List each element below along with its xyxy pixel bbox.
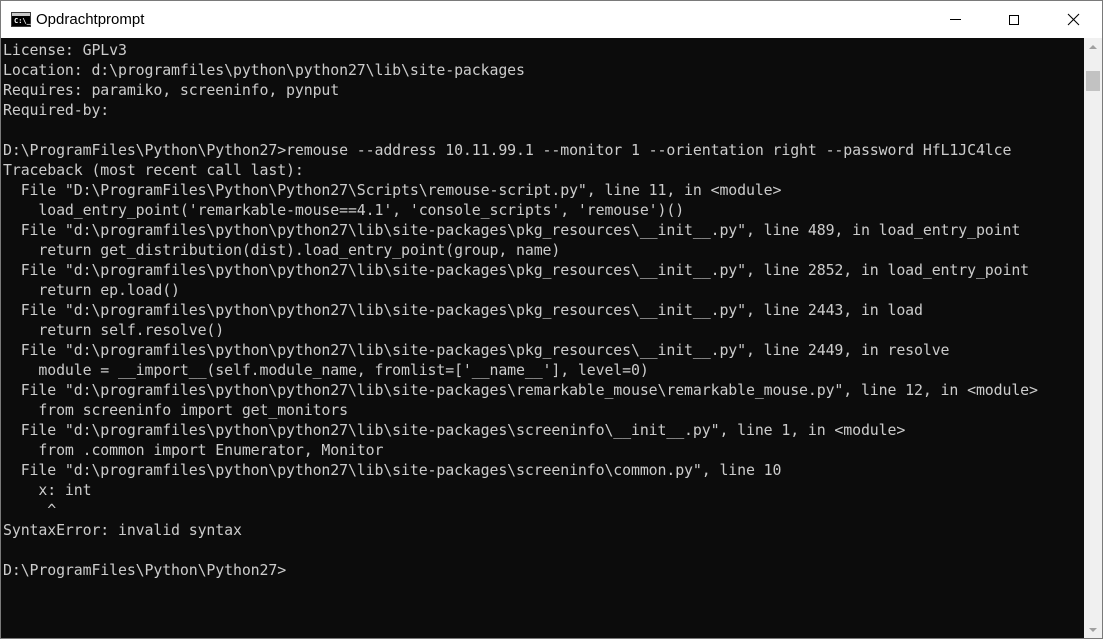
console-line: License: GPLv3 bbox=[3, 41, 127, 59]
console-line: return self.resolve() bbox=[3, 321, 225, 339]
chevron-up-icon bbox=[1089, 44, 1097, 49]
app-icon-text: C:\_ bbox=[14, 17, 31, 25]
console-line: D:\ProgramFiles\Python\Python27>remouse … bbox=[3, 141, 1012, 159]
console-line: File "d:\programfiles\python\python27\li… bbox=[3, 421, 906, 439]
console-line: File "d:\programfiles\python\python27\li… bbox=[3, 341, 950, 359]
close-button[interactable] bbox=[1044, 1, 1102, 38]
console-line: File "D:\ProgramFiles\Python\Python27\Sc… bbox=[3, 181, 782, 199]
console-line: File "d:\programfiles\python\python27\li… bbox=[3, 381, 1038, 399]
console-line: ^ bbox=[3, 501, 57, 519]
scrollbar-thumb[interactable] bbox=[1086, 71, 1100, 91]
console-line: x: int bbox=[3, 481, 92, 499]
vertical-scrollbar[interactable] bbox=[1084, 38, 1102, 638]
console-line: load_entry_point('remarkable-mouse==4.1'… bbox=[3, 201, 685, 219]
minimize-button[interactable] bbox=[926, 1, 984, 38]
close-icon bbox=[1067, 13, 1079, 26]
maximize-icon bbox=[1009, 14, 1019, 25]
console-line: Traceback (most recent call last): bbox=[3, 161, 304, 179]
chevron-down-icon bbox=[1089, 627, 1097, 632]
window-title: Opdrachtprompt bbox=[36, 11, 145, 28]
console-output[interactable]: License: GPLv3 Location: d:\programfiles\… bbox=[1, 38, 1084, 638]
maximize-button[interactable] bbox=[985, 1, 1043, 38]
console-line: from screeninfo import get_monitors bbox=[3, 401, 348, 419]
command-prompt-window: C:\_ Opdrachtprompt License: GPLv3 Locati… bbox=[0, 0, 1103, 639]
console-line: Location: d:\programfiles\python\python2… bbox=[3, 61, 525, 79]
console-line: return get_distribution(dist).load_entry… bbox=[3, 241, 561, 259]
console-line: SyntaxError: invalid syntax bbox=[3, 521, 242, 539]
command-prompt-icon[interactable]: C:\_ bbox=[11, 12, 31, 27]
console-line: from .common import Enumerator, Monitor bbox=[3, 441, 384, 459]
app-icon-bar bbox=[12, 13, 30, 16]
console-line: File "d:\programfiles\python\python27\li… bbox=[3, 261, 1030, 279]
console-lines: License: GPLv3 Location: d:\programfiles\… bbox=[3, 40, 1038, 580]
console-line: File "d:\programfiles\python\python27\li… bbox=[3, 301, 923, 319]
console-line: File "d:\programfiles\python\python27\li… bbox=[3, 461, 782, 479]
console-line: File "d:\programfiles\python\python27\li… bbox=[3, 221, 1021, 239]
console-line: Required-by: bbox=[3, 101, 110, 119]
console-line: return ep.load() bbox=[3, 281, 180, 299]
scroll-up-button[interactable] bbox=[1084, 38, 1102, 55]
scroll-down-button[interactable] bbox=[1084, 621, 1102, 638]
console-line: module = __import__(self.module_name, fr… bbox=[3, 361, 649, 379]
console-line: Requires: paramiko, screeninfo, pynput bbox=[3, 81, 340, 99]
console-line: D:\ProgramFiles\Python\Python27> bbox=[3, 561, 287, 579]
minimize-icon bbox=[949, 19, 961, 20]
title-bar[interactable]: C:\_ Opdrachtprompt bbox=[1, 1, 1102, 38]
